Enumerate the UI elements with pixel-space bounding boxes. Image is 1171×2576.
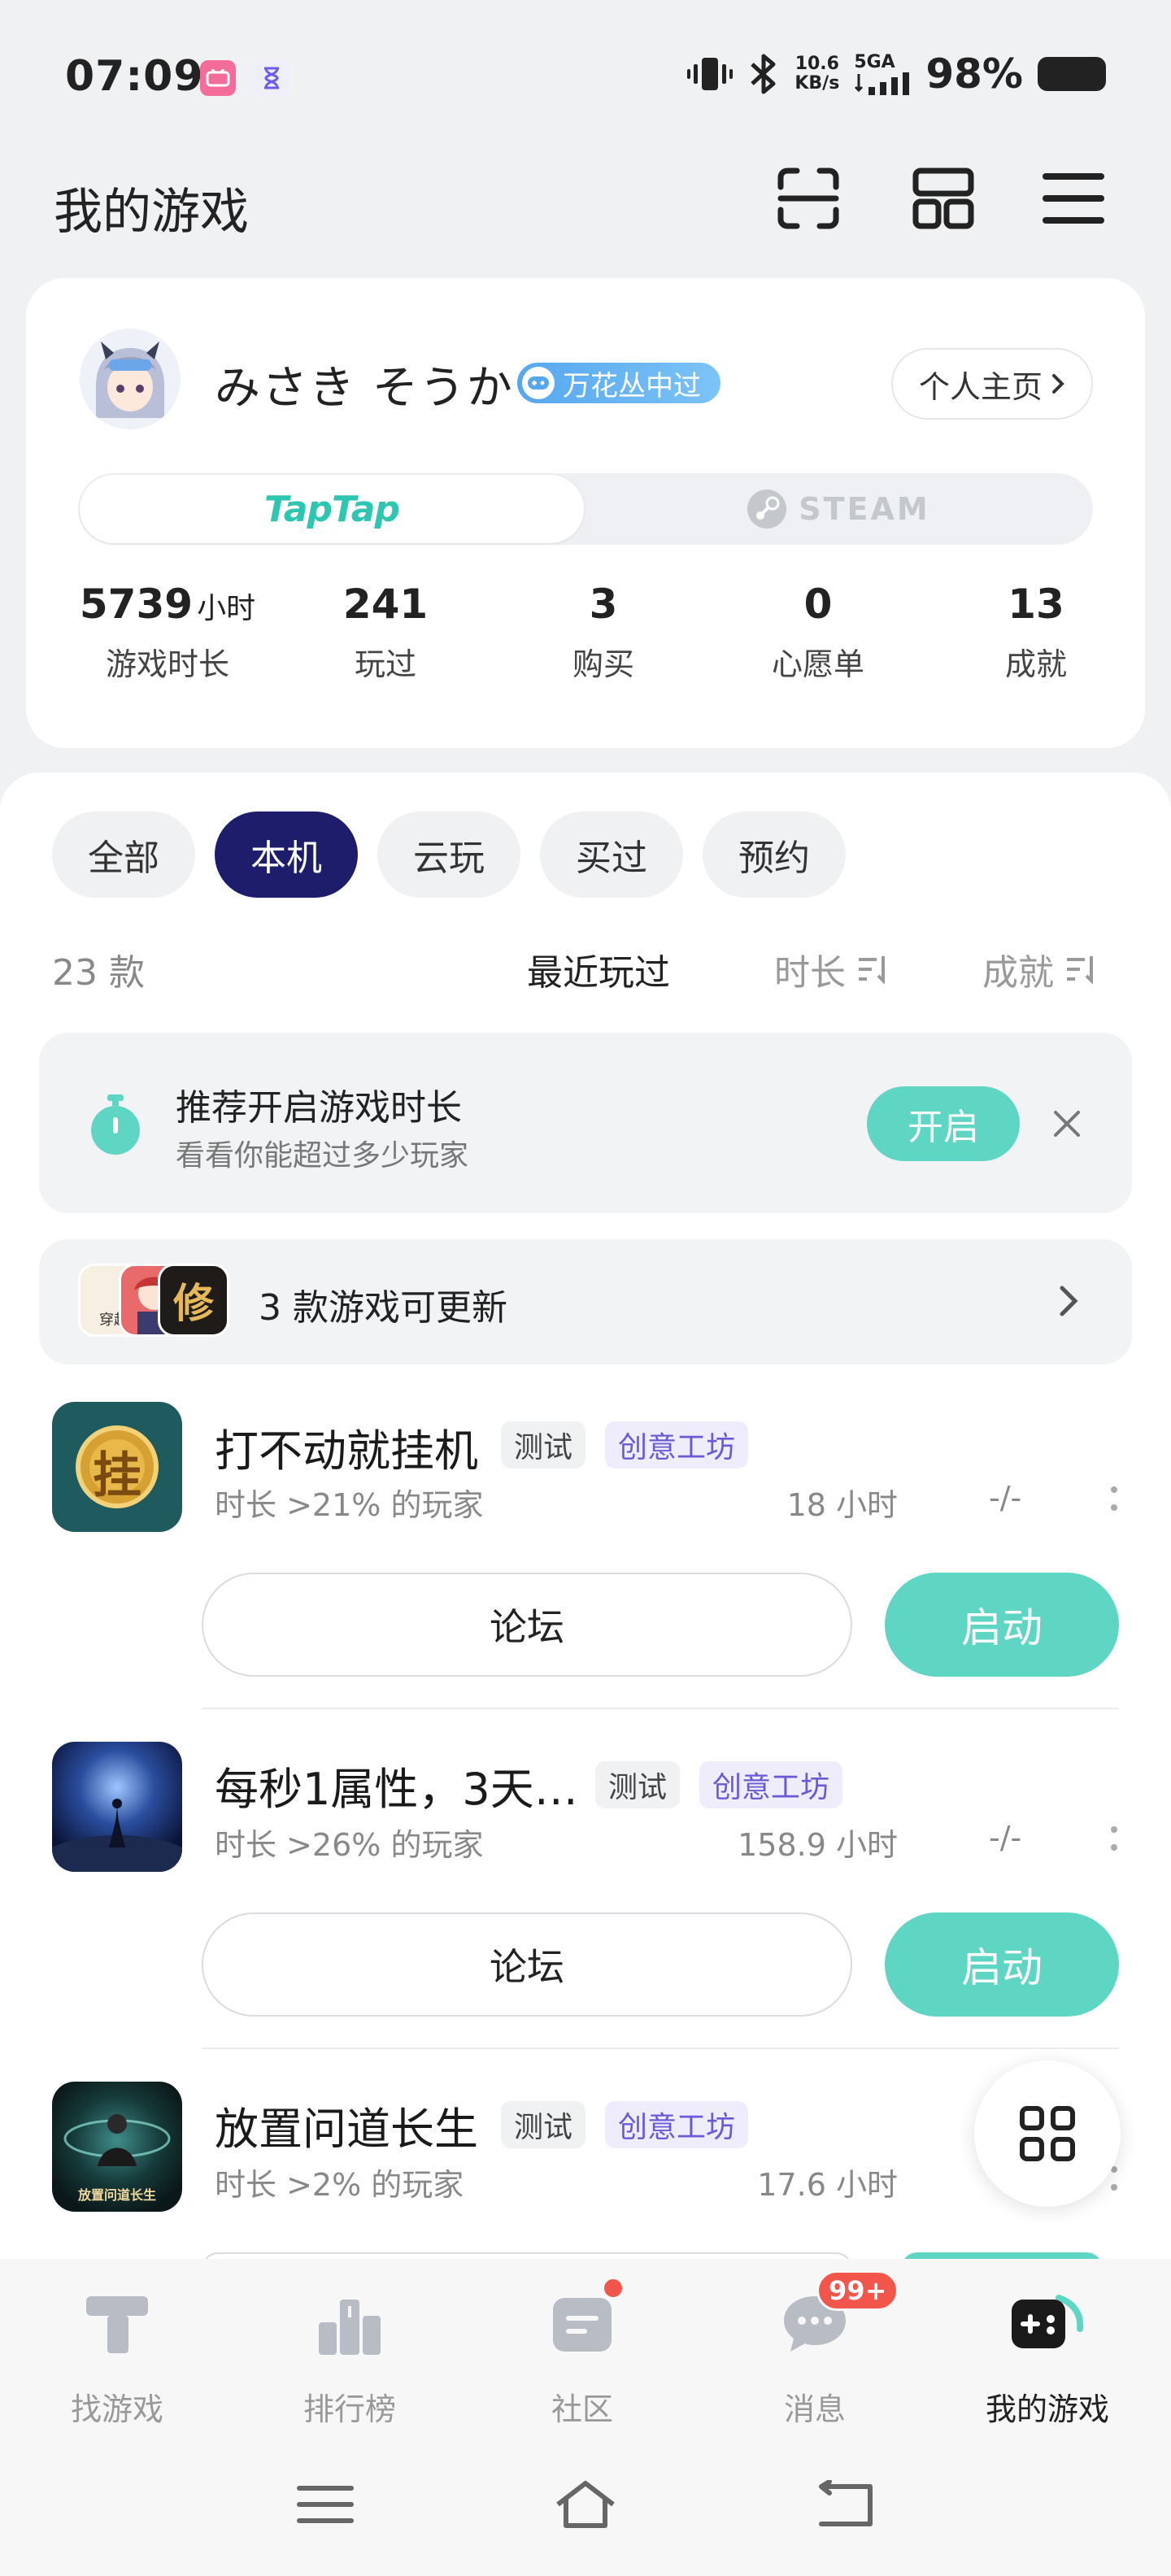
nav-ranking[interactable]: 排行榜 [252, 2283, 447, 2429]
steam-label: STEAM [799, 491, 930, 527]
tag-workshop: 创意工坊 [605, 1421, 749, 1469]
filter-chip-all[interactable]: 全部 [52, 812, 195, 898]
status-right-group: 10.6 KB/s 5GA 98% [687, 50, 1106, 98]
filter-chip-reserved[interactable]: 预约 [703, 812, 846, 898]
quick-menu-button[interactable] [974, 2060, 1121, 2207]
chevron-right-icon [1052, 374, 1064, 394]
battery-percent: 98% [925, 50, 1023, 98]
username: みさき そうか [215, 362, 514, 415]
tag-workshop: 创意工坊 [699, 1761, 843, 1808]
sort-duration[interactable]: 时长 [774, 943, 890, 995]
game-achievement: -/- [989, 1820, 1022, 1856]
stat-play-time[interactable]: 5739 小时 游戏时长 [62, 581, 273, 684]
filter-chip-local[interactable]: 本机 [215, 812, 358, 898]
game-count: 23 款 [52, 952, 145, 994]
avatar[interactable] [80, 329, 181, 429]
status-time: 07:09 [65, 52, 204, 101]
game-playtime-rank: 时长 >2% 的玩家 [215, 2167, 464, 2203]
launch-button[interactable]: 启动 [885, 1912, 1119, 2017]
tag-workshop: 创意工坊 [605, 2101, 749, 2148]
stat-wishlist[interactable]: 0 心愿单 [712, 581, 924, 684]
game-achievement: -/- [989, 1480, 1022, 1516]
find-game-icon [86, 2296, 148, 2353]
nav-community[interactable]: 社区 [485, 2283, 680, 2429]
platform-tab-steam[interactable]: STEAM [586, 475, 1091, 543]
gamepad-badge-icon [522, 367, 555, 399]
more-icon[interactable] [1111, 1826, 1117, 1862]
menu-icon [1043, 173, 1104, 224]
enable-playtime-button[interactable]: 开启 [867, 1086, 1020, 1161]
profile-home-label: 个人主页 [918, 368, 1043, 405]
chevron-right-icon [1060, 1286, 1078, 1316]
layout-toggle-button[interactable] [908, 163, 979, 234]
title-badge-text: 万花丛中过 [563, 369, 701, 402]
net-speed: 10.6 KB/s [794, 54, 840, 94]
game-hours: 158.9 小时 [738, 1827, 898, 1863]
more-icon[interactable] [1111, 2166, 1117, 2202]
tag-test: 测试 [501, 1421, 586, 1469]
community-unread-dot [602, 2277, 625, 2300]
stopwatch-icon [91, 1094, 140, 1155]
stat-achievements[interactable]: 13 成就 [930, 581, 1142, 684]
system-menu-icon[interactable] [293, 2480, 358, 2529]
tag-test: 测试 [501, 2101, 586, 2148]
system-home-icon[interactable] [553, 2480, 618, 2529]
scan-button[interactable] [773, 163, 844, 234]
tip-subtitle: 看看你能超过多少玩家 [176, 1139, 469, 1173]
hourglass-notification-icon [254, 60, 289, 96]
game-title[interactable]: 打不动就挂机 [215, 1415, 478, 1479]
launch-button[interactable]: 启动 [885, 1573, 1119, 1677]
filter-chip-bought[interactable]: 买过 [540, 812, 683, 898]
filter-chip-cloud[interactable]: 云玩 [377, 812, 520, 898]
divider [202, 2047, 1119, 2049]
game-title[interactable]: 每秒1属性，3天… [215, 1753, 578, 1817]
game-icon[interactable]: 放置问道长生 [52, 2082, 182, 2212]
divider [202, 1708, 1119, 1709]
forum-button[interactable]: 论坛 [202, 1573, 852, 1677]
nav-my-games[interactable]: 我的游戏 [950, 2283, 1145, 2429]
bluetooth-icon [751, 54, 776, 94]
game-icon[interactable] [52, 1742, 182, 1872]
message-badge: 99+ [816, 2270, 899, 2311]
grid-layout-icon [912, 168, 974, 229]
sort-achievement[interactable]: 成就 [982, 943, 1098, 995]
game-icon[interactable]: 挂 [52, 1402, 182, 1532]
steam-icon [747, 490, 787, 529]
tag-test: 测试 [595, 1761, 681, 1808]
game-hours: 18 小时 [786, 1487, 898, 1523]
sort-recent[interactable]: 最近玩过 [527, 943, 670, 995]
page-title: 我的游戏 [54, 184, 249, 241]
game-title[interactable]: 放置问道长生 [215, 2093, 478, 2157]
system-back-icon[interactable] [813, 2480, 878, 2529]
profile-home-button[interactable]: 个人主页 [891, 348, 1093, 420]
game-playtime-rank: 时长 >21% 的玩家 [215, 1487, 484, 1523]
bilibili-notification-icon [200, 60, 236, 96]
more-icon[interactable] [1111, 1486, 1117, 1522]
update-banner-text: 3 款游戏可更新 [259, 1287, 507, 1329]
game-playtime-rank: 时长 >26% 的玩家 [215, 1827, 484, 1863]
platform-tab-taptap[interactable]: TapTap [80, 475, 584, 543]
sort-icon [1067, 956, 1093, 984]
menu-button[interactable] [1038, 163, 1109, 234]
stat-played[interactable]: 241 玩过 [280, 581, 491, 684]
tip-title: 推荐开启游戏时长 [176, 1087, 462, 1129]
scan-icon [777, 168, 839, 229]
stat-purchased[interactable]: 3 购买 [498, 581, 709, 684]
network-indicator: 5GA [854, 53, 911, 95]
close-icon[interactable] [1046, 1103, 1088, 1145]
title-badge[interactable]: 万花丛中过 [517, 363, 720, 403]
sort-icon [859, 956, 885, 984]
community-icon [553, 2298, 612, 2352]
ranking-icon [319, 2300, 381, 2355]
my-games-icon [1012, 2295, 1084, 2348]
signal-icon [855, 72, 910, 95]
game-hours: 17.6 小时 [757, 2167, 898, 2203]
apps-grid-icon [1020, 2106, 1075, 2161]
battery-icon [1038, 57, 1106, 91]
nav-find-game[interactable]: 找游戏 [20, 2283, 215, 2429]
forum-button[interactable]: 论坛 [202, 1912, 852, 2017]
update-thumb-3: 修 [158, 1264, 229, 1337]
vibrate-icon [687, 58, 734, 90]
